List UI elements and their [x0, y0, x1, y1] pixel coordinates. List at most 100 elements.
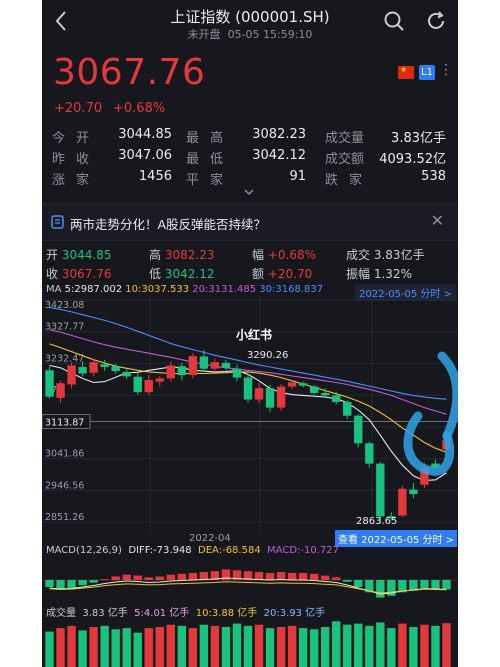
candle-body	[298, 383, 308, 386]
macd-bar	[67, 580, 76, 588]
more-icon[interactable]: ⋮	[439, 62, 453, 78]
low-marker-label: 2863.65	[356, 516, 398, 527]
search-button[interactable]	[383, 10, 405, 36]
macd-bar	[420, 580, 429, 588]
volume-bar	[210, 625, 220, 667]
quote-value: 538	[421, 169, 446, 184]
candle-body	[45, 370, 54, 397]
candle-body	[276, 386, 286, 408]
chevron-down-icon	[244, 189, 254, 196]
y-tick-label: 2946.56	[45, 480, 84, 491]
quote-value: 1456	[138, 169, 172, 184]
candle-body	[111, 366, 120, 372]
highlight-stroke	[437, 351, 458, 441]
macd-legend: MACD(12,26,9) DIFF:-73.948 DEA:-68.584 M…	[46, 545, 339, 556]
volume-bar	[221, 627, 231, 667]
volume-bar	[287, 625, 297, 667]
candle-body	[232, 368, 242, 378]
volume-bar	[343, 624, 352, 667]
volume-bar	[265, 628, 275, 667]
quote-value: 91	[289, 169, 306, 184]
news-banner[interactable]: 两市走势分化！A股反弹能否持续？ ✕	[42, 203, 458, 241]
candle-body	[210, 362, 220, 369]
macd-bar	[89, 580, 98, 583]
macd-bar	[287, 572, 297, 580]
candle-body	[365, 443, 374, 464]
volume-bar	[320, 627, 330, 667]
candle-body	[122, 371, 131, 377]
volume-bar	[78, 630, 87, 667]
y-tick-label: 3327.77	[45, 322, 84, 333]
quote-label: 昨收	[52, 152, 101, 167]
y-tick-label: 3041.86	[45, 449, 84, 460]
candle-body	[287, 382, 297, 387]
volume-bar	[133, 632, 142, 667]
y-tick-label: 2851.26	[45, 512, 84, 523]
macd-bar	[332, 577, 341, 580]
candle-body	[332, 395, 341, 402]
candle-body	[398, 488, 407, 516]
price-change: +20.70	[54, 101, 103, 116]
stat-amount: 额 +20.70	[252, 267, 313, 281]
macd-bar	[431, 580, 440, 589]
volume-bar	[332, 621, 341, 667]
refresh-button[interactable]	[425, 10, 447, 36]
view-intraday-button[interactable]: 查看 2022-05-05 分时 >	[335, 530, 458, 547]
macd-bar	[409, 580, 418, 591]
close-icon[interactable]: ✕	[431, 211, 444, 230]
dea-line	[49, 581, 447, 594]
y-tick-label: 3232.47	[45, 353, 84, 364]
candle-body	[67, 365, 76, 385]
expand-button[interactable]	[242, 182, 256, 201]
quote-value: 3082.23	[252, 127, 306, 142]
macd-bar	[276, 572, 286, 580]
volume-chart[interactable]	[42, 616, 458, 667]
candle-body	[100, 364, 109, 368]
quote-value: 3047.06	[118, 148, 172, 163]
volume-bar	[409, 627, 418, 667]
quote-label: 平家	[186, 173, 235, 188]
level-badge[interactable]: L1	[419, 65, 435, 80]
price-change-percent: +0.68%	[113, 101, 166, 116]
volume-bar	[89, 627, 98, 667]
volume-bar	[111, 629, 120, 667]
macd-bar	[265, 572, 275, 580]
candle-body	[309, 386, 319, 394]
macd-bar	[354, 580, 363, 588]
macd-bar	[45, 580, 54, 588]
macd-bar	[111, 576, 120, 580]
macd-bar	[133, 575, 142, 580]
high-marker-label: 3290.26	[247, 350, 289, 361]
volume-bar	[166, 624, 176, 667]
macd-bar	[78, 580, 87, 586]
stat-swing: 振幅 1.32%	[346, 267, 412, 281]
volume-bar	[298, 628, 308, 667]
volume-bar	[56, 628, 65, 667]
macd-bar	[56, 580, 65, 589]
candle-body	[166, 365, 176, 379]
macd-bar	[309, 573, 319, 580]
volume-bar	[122, 628, 131, 667]
quote-value: 3.83亿手	[391, 131, 446, 146]
volume-bar	[177, 625, 187, 667]
quote-label: 今开	[52, 131, 101, 146]
refresh-icon	[428, 11, 444, 29]
volume-bar	[100, 625, 109, 667]
macd-chart[interactable]	[42, 558, 458, 602]
macd-bar	[376, 580, 385, 598]
crosshair-value: 3113.87	[45, 417, 84, 428]
macd-bar	[155, 576, 164, 580]
volume-bar	[199, 624, 209, 667]
candle-body	[265, 388, 275, 408]
diff-line	[49, 577, 447, 595]
volume-bar	[398, 623, 407, 667]
quote-label: 最低	[186, 152, 235, 167]
ma-legend: MA 5:2987.002 10:3037.533 20:3131.485 30…	[46, 284, 324, 295]
stat-volume: 成交 3.83亿手	[346, 248, 425, 262]
quote-label: 涨家	[52, 173, 101, 188]
china-flag-icon: ★	[398, 65, 414, 79]
volume-bar	[45, 631, 54, 667]
macd-bar	[199, 572, 209, 580]
volume-bar	[387, 628, 396, 667]
watermark: 小红书	[236, 328, 273, 342]
